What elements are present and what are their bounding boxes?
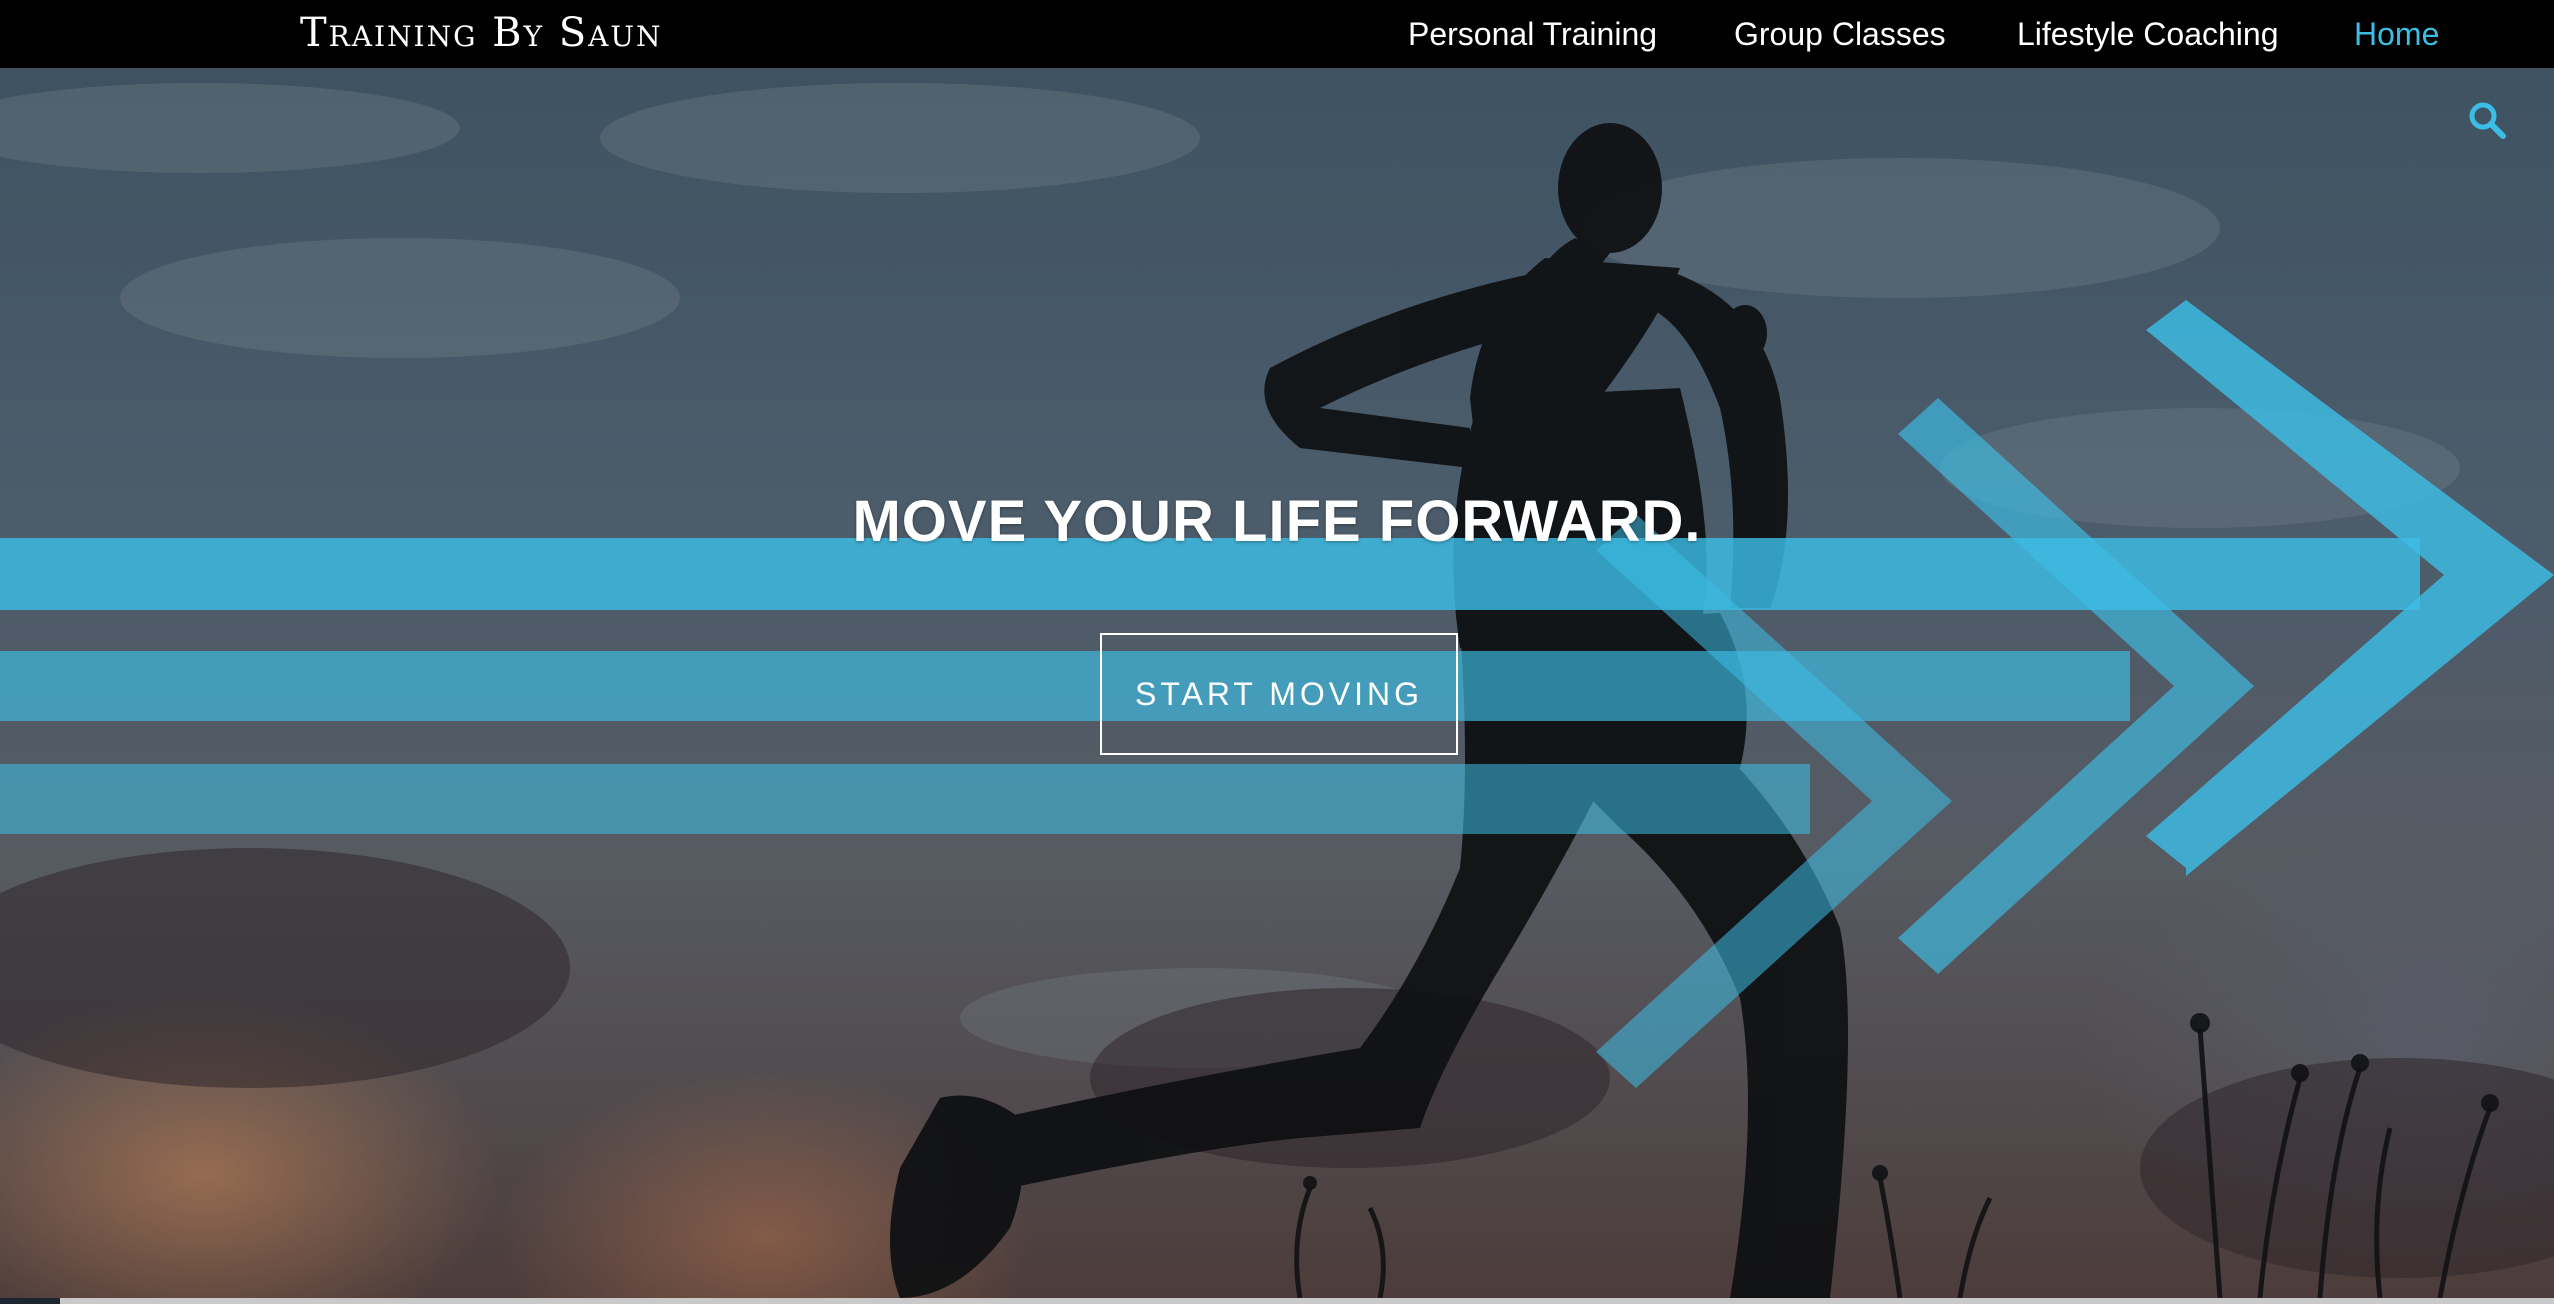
nav-group-classes[interactable]: Group Classes xyxy=(1734,0,1946,68)
top-nav-bar: Training By Saun Personal Training Group… xyxy=(0,0,2554,68)
nav-home[interactable]: Home xyxy=(2354,0,2439,68)
hero-headline: MOVE YOUR LIFE FORWARD. xyxy=(852,489,1702,554)
start-moving-button[interactable]: START MOVING xyxy=(1100,633,1458,755)
nav-personal-training[interactable]: Personal Training xyxy=(1408,0,1657,68)
nav-lifestyle-coaching[interactable]: Lifestyle Coaching xyxy=(2017,0,2278,68)
bottom-divider xyxy=(60,1298,2554,1304)
hero-banner: MOVE YOUR LIFE FORWARD. START MOVING xyxy=(0,68,2554,1298)
brand-logo[interactable]: Training By Saun xyxy=(300,0,663,68)
search-icon[interactable] xyxy=(2465,98,2509,142)
